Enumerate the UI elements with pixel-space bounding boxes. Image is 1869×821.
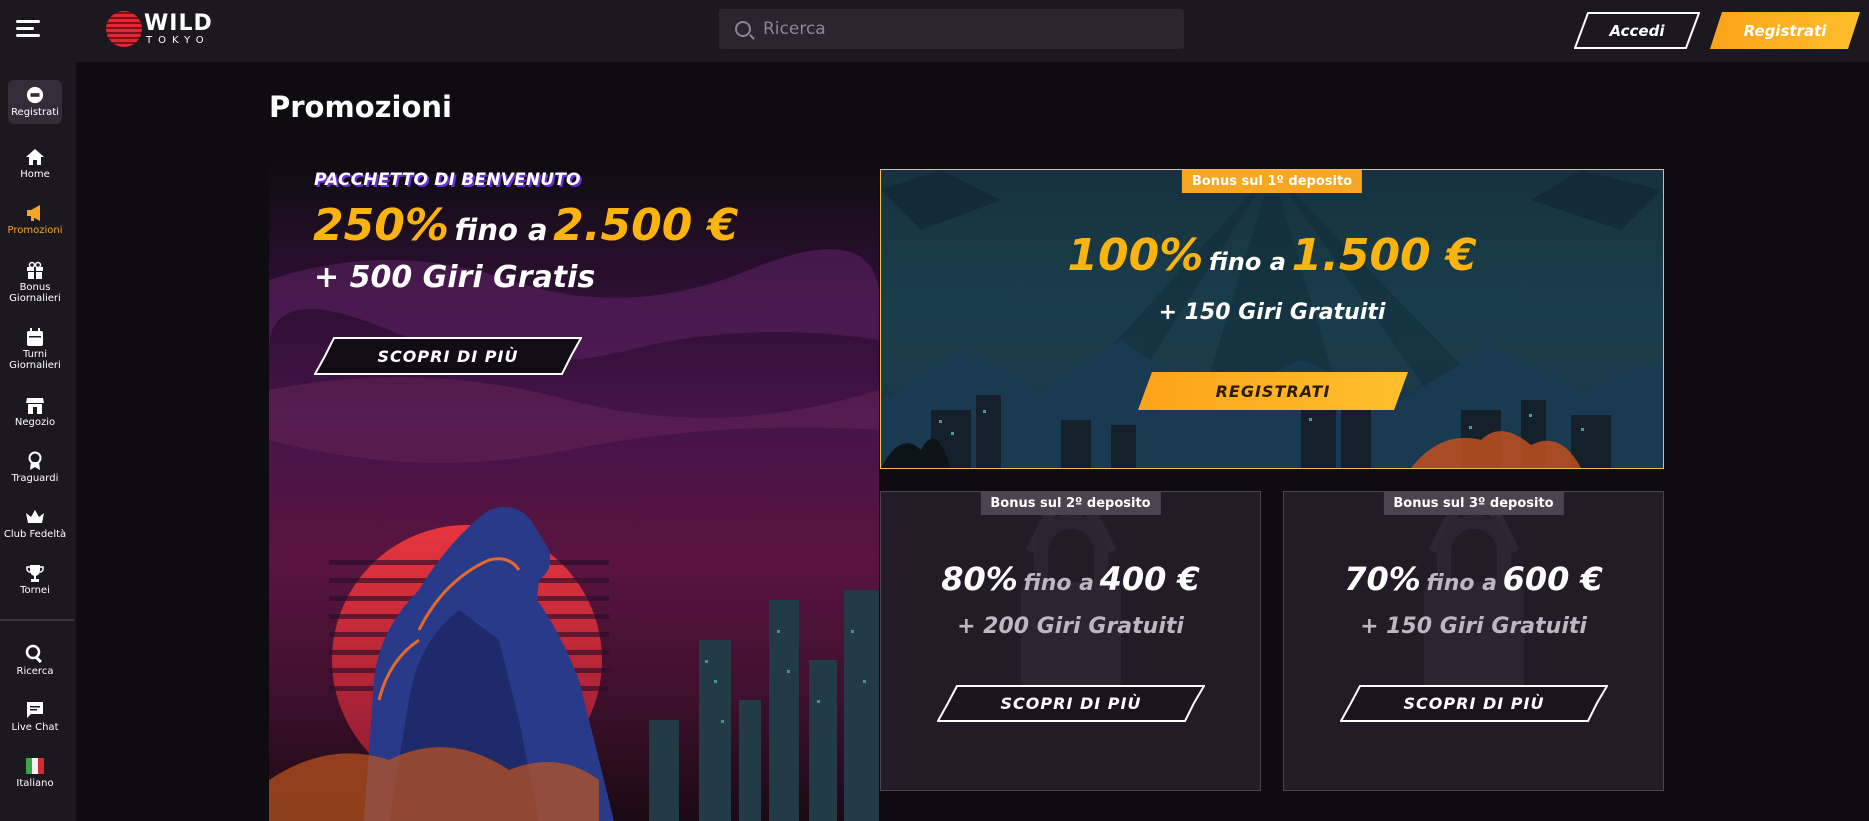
login-label: Accedi xyxy=(1609,21,1665,40)
shop-icon xyxy=(26,398,44,414)
sidebar-item-label: Traguardi xyxy=(11,473,59,484)
deposit-2-percent: 80% xyxy=(941,560,1018,598)
deposit-1-headline: 100% fino a 1.500 € xyxy=(881,230,1663,281)
search-bar[interactable] xyxy=(719,9,1184,49)
trophy-icon xyxy=(26,565,44,582)
deposit-1-percent: 100% xyxy=(1067,230,1204,281)
crown-icon xyxy=(26,510,44,523)
deposit-2-discover-button[interactable]: SCOPRI DI PIÙ xyxy=(937,685,1205,722)
deposit-2-discover-label: SCOPRI DI PIÙ xyxy=(1000,694,1142,713)
sidebar-item-search[interactable]: Ricerca xyxy=(0,644,70,678)
megaphone-icon xyxy=(27,205,40,221)
calendar-icon xyxy=(27,328,43,346)
top-header: WILD TOKYO Accedi Registrati xyxy=(0,0,1869,62)
sidebar-item-label: Italiano xyxy=(16,778,54,789)
deposit-1-up-to: fino a xyxy=(1208,248,1286,276)
deposit-3-percent: 70% xyxy=(1344,560,1421,598)
logo-sub: TOKYO xyxy=(146,34,210,46)
welcome-amount: 2.500 € xyxy=(553,200,739,251)
chat-icon xyxy=(27,702,43,718)
deposit-1-spins: + 150 Giri Gratuiti xyxy=(1158,300,1386,325)
page-title: Promozioni xyxy=(269,90,452,124)
user-add-icon xyxy=(26,86,44,104)
register-label: Registrati xyxy=(1743,21,1827,40)
welcome-promo-banner: PACCHETTO DI BENVENUTO 250% fino a 2.500… xyxy=(269,160,879,821)
search-input[interactable] xyxy=(763,19,1163,39)
deposit-3-amount: 600 € xyxy=(1502,560,1603,598)
deposit-2-headline: 80% fino a 400 € xyxy=(881,560,1260,598)
sidebar-item-label: Tornei xyxy=(20,585,50,596)
deposit-1-amount: 1.500 € xyxy=(1291,230,1477,281)
sidebar-item-milestones[interactable]: Traguardi xyxy=(0,451,70,485)
logo-word: WILD xyxy=(144,10,213,36)
deposit-3-headline: 70% fino a 600 € xyxy=(1284,560,1663,598)
sidebar-item-promotions[interactable]: Promozioni xyxy=(0,203,70,237)
deposit-3-discover-button[interactable]: SCOPRI DI PIÙ xyxy=(1340,685,1608,722)
sidebar-item-tournaments[interactable]: Tornei xyxy=(0,563,70,597)
sidebar-item-daily-bonus[interactable]: Bonus Giornalieri xyxy=(0,260,70,304)
sidebar-register-label: Registrati xyxy=(11,107,59,118)
sidebar-item-shop[interactable]: Negozio xyxy=(0,395,70,429)
padlock-watermark-icon xyxy=(1424,509,1524,692)
menu-icon[interactable] xyxy=(16,20,40,40)
deposit-card-2: Bonus sul 2º deposito 80% fino a 400 € +… xyxy=(880,491,1261,791)
deposit-2-amount: 400 € xyxy=(1099,560,1200,598)
medal-icon xyxy=(28,451,42,470)
sidebar-item-label: Live Chat xyxy=(11,722,59,733)
sidebar-item-language[interactable]: Italiano xyxy=(0,756,70,790)
welcome-headline: 250% fino a 2.500 € xyxy=(313,200,738,251)
sidebar-item-label: Promozioni xyxy=(7,225,63,236)
deposit-2-spins: + 200 Giri Gratuiti xyxy=(957,614,1184,639)
deposit-1-register-label: REGISTRATI xyxy=(1215,381,1331,401)
deposit-2-badge: Bonus sul 2º deposito xyxy=(980,492,1161,515)
deposit-3-spins: + 150 Giri Gratuiti xyxy=(1360,614,1587,639)
italy-flag-icon xyxy=(26,758,44,774)
sidebar-item-label: Club Fedeltà xyxy=(3,529,67,540)
welcome-discover-button[interactable]: SCOPRI DI PIÙ xyxy=(314,337,582,375)
gift-icon xyxy=(27,261,43,279)
login-button[interactable]: Accedi xyxy=(1574,12,1700,49)
sidebar-item-label: Ricerca xyxy=(16,666,54,677)
sidebar: Registrati Home Promozioni Bonus Giornal… xyxy=(0,62,76,821)
sidebar-item-live-chat[interactable]: Live Chat xyxy=(0,700,70,734)
sidebar-register[interactable]: Registrati xyxy=(8,80,62,124)
sidebar-item-label: Bonus Giornalieri xyxy=(9,282,61,304)
deposit-1-badge: Bonus sul 1º deposito xyxy=(1181,170,1363,193)
logo-emblem xyxy=(106,11,142,47)
welcome-kicker: PACCHETTO DI BENVENUTO xyxy=(314,170,581,190)
register-button[interactable]: Registrati xyxy=(1710,12,1860,49)
sidebar-item-label: Negozio xyxy=(14,417,56,428)
sidebar-item-label: Home xyxy=(20,169,50,180)
welcome-up-to: fino a xyxy=(454,213,548,247)
deposit-card-1: Bonus sul 1º deposito 100% fino a 1.500 … xyxy=(880,169,1664,469)
deposit-2-up-to: fino a xyxy=(1023,571,1094,596)
logo[interactable]: WILD TOKYO xyxy=(106,11,213,47)
search-icon xyxy=(25,644,42,664)
deposit-1-register-button[interactable]: REGISTRATI xyxy=(1138,372,1408,410)
welcome-spins: + 500 Giri Gratis xyxy=(314,260,596,295)
sidebar-divider xyxy=(0,619,74,621)
sidebar-item-home[interactable]: Home xyxy=(0,147,70,181)
padlock-watermark-icon xyxy=(1021,509,1121,692)
search-icon xyxy=(735,21,751,37)
sidebar-item-loyalty-club[interactable]: Club Fedeltà xyxy=(0,507,70,541)
welcome-discover-label: SCOPRI DI PIÙ xyxy=(377,346,519,366)
home-icon xyxy=(26,149,44,165)
sidebar-item-daily-rounds[interactable]: Turni Giornalieri xyxy=(0,327,70,371)
deposit-3-discover-label: SCOPRI DI PIÙ xyxy=(1403,694,1545,713)
welcome-percent: 250% xyxy=(313,200,449,251)
deposit-card-3: Bonus sul 3º deposito 70% fino a 600 € +… xyxy=(1283,491,1664,791)
sidebar-item-label: Turni Giornalieri xyxy=(9,349,61,371)
deposit-3-up-to: fino a xyxy=(1426,571,1497,596)
deposit-3-badge: Bonus sul 3º deposito xyxy=(1383,492,1564,515)
